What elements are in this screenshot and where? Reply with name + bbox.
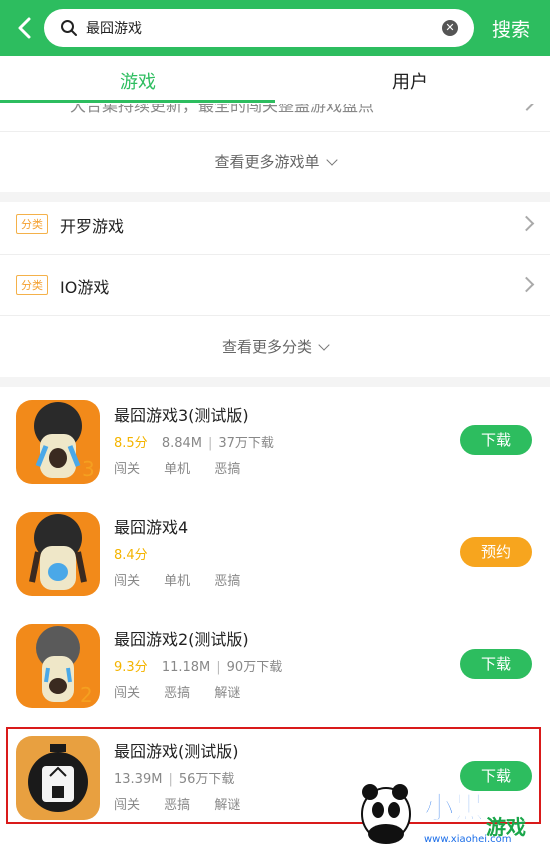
game-list-title: 大合集持续更新，最全的闯关整蛊游戏盘点 bbox=[70, 104, 375, 115]
active-tab-indicator bbox=[0, 100, 275, 103]
game-tags: 闯关 恶搞 解谜 bbox=[114, 682, 260, 701]
game-title: 最囧游戏3(测试版) bbox=[114, 406, 249, 425]
search-bar[interactable]: 最囧游戏 ✕ bbox=[44, 9, 474, 47]
category-item-kairo[interactable]: 分类 开罗游戏 bbox=[0, 194, 550, 254]
chevron-down-icon bbox=[318, 339, 330, 351]
game-tag: 单机 bbox=[164, 462, 191, 477]
game-meta: 8.4分 bbox=[114, 544, 148, 563]
svg-text:www.xiaohei.com: www.xiaohei.com bbox=[424, 834, 512, 845]
game-tag: 闯关 bbox=[114, 462, 141, 477]
svg-text:3: 3 bbox=[82, 457, 95, 481]
game-tag: 单机 bbox=[164, 574, 191, 589]
category-label: 开罗游戏 bbox=[60, 217, 125, 236]
download-button[interactable]: 下载 bbox=[460, 425, 532, 455]
game-size: 8.84M bbox=[161, 436, 202, 451]
search-icon bbox=[61, 20, 77, 36]
category-label: IO游戏 bbox=[60, 278, 110, 297]
game-downloads: 90万下载 bbox=[226, 660, 283, 675]
game-score: 9.3分 bbox=[114, 660, 148, 675]
game-tag: 恶搞 bbox=[164, 686, 191, 701]
game-meta: 8.5分 8.84M | 37万下载 bbox=[114, 432, 274, 451]
game-score: 8.4分 bbox=[114, 548, 148, 563]
game-tags: 闯关 单机 恶搞 bbox=[114, 458, 260, 477]
divider bbox=[0, 315, 550, 316]
game-tag: 闯关 bbox=[114, 686, 141, 701]
download-button[interactable]: 下载 bbox=[460, 649, 532, 679]
game-tag: 恶搞 bbox=[214, 462, 241, 477]
game-app-icon: 3 bbox=[16, 400, 100, 484]
section-gap bbox=[0, 377, 550, 387]
game-item[interactable]: 2 最囧游戏2(测试版) 9.3分 11.18M | 90万下载 闯关 恶搞 解谜 … bbox=[0, 614, 550, 726]
game-title: 最囧游戏4 bbox=[114, 518, 189, 537]
more-game-lists-button[interactable]: 查看更多游戏单 bbox=[0, 132, 550, 192]
chevron-right-icon bbox=[518, 215, 535, 232]
chevron-right-icon bbox=[518, 276, 535, 293]
svg-text:小黑: 小黑 bbox=[424, 791, 484, 826]
game-size: 11.18M bbox=[161, 660, 211, 675]
game-list-row-partial[interactable]: 大合集持续更新，最全的闯关整蛊游戏盘点 bbox=[0, 104, 550, 132]
game-downloads: 37万下载 bbox=[218, 436, 274, 451]
watermark-logo: 小黑 游戏 www.xiaohei.com bbox=[361, 784, 526, 845]
game-meta: 9.3分 11.18M | 90万下载 bbox=[114, 656, 282, 675]
meta-separator: | bbox=[216, 660, 221, 675]
search-button[interactable]: 搜索 bbox=[492, 15, 530, 42]
game-score: 8.5分 bbox=[114, 436, 148, 451]
game-item[interactable]: 最囧游戏4 8.4分 闯关 单机 恶搞 预约 bbox=[0, 502, 550, 614]
svg-text:2: 2 bbox=[80, 683, 93, 707]
tab-games[interactable]: 游戏 bbox=[120, 68, 156, 94]
game-title: 最囧游戏2(测试版) bbox=[114, 630, 249, 649]
search-input[interactable]: 最囧游戏 bbox=[86, 18, 142, 38]
more-categories-button[interactable]: 查看更多分类 bbox=[0, 317, 550, 377]
category-item-io[interactable]: 分类 IO游戏 bbox=[0, 255, 550, 315]
chevron-right-icon bbox=[517, 104, 537, 111]
game-tags: 闯关 单机 恶搞 bbox=[114, 570, 260, 589]
category-badge: 分类 bbox=[16, 275, 48, 295]
tab-users[interactable]: 用户 bbox=[392, 68, 428, 94]
top-bar: 最囧游戏 ✕ 搜索 bbox=[0, 0, 550, 56]
game-tag: 恶搞 bbox=[214, 574, 241, 589]
back-arrow-icon[interactable] bbox=[12, 15, 38, 41]
chevron-down-icon bbox=[325, 154, 338, 166]
meta-separator: | bbox=[208, 436, 213, 451]
more-categories-label: 查看更多分类 bbox=[221, 338, 312, 356]
clear-icon[interactable]: ✕ bbox=[442, 20, 458, 36]
more-game-lists-label: 查看更多游戏单 bbox=[214, 153, 320, 171]
game-tag: 闯关 bbox=[114, 574, 141, 589]
game-item[interactable]: 3 最囧游戏3(测试版) 8.5分 8.84M | 37万下载 闯关 单机 恶搞 下… bbox=[0, 390, 550, 502]
category-badge: 分类 bbox=[16, 214, 48, 234]
reserve-button[interactable]: 预约 bbox=[460, 537, 532, 567]
game-tag: 解谜 bbox=[214, 686, 241, 701]
game-app-icon bbox=[16, 512, 100, 596]
game-app-icon: 2 bbox=[16, 624, 100, 708]
result-tabs: 游戏 用户 bbox=[0, 56, 550, 104]
